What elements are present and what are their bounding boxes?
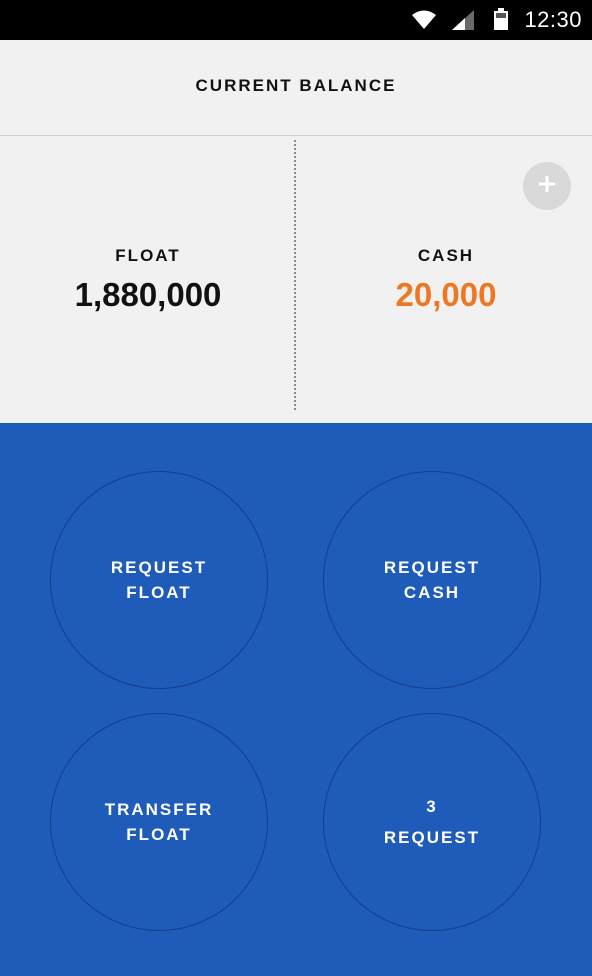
requests-label: REQUEST xyxy=(383,828,481,847)
request-float-line2: FLOAT xyxy=(126,583,192,602)
signal-icon xyxy=(452,10,474,35)
requests-count: 3 xyxy=(426,797,438,816)
cash-label: CASH xyxy=(417,246,475,265)
status-clock: 12:30 xyxy=(524,7,582,32)
add-cash-button[interactable] xyxy=(523,162,571,210)
float-balance: FLOAT 1,880,000 xyxy=(0,136,296,423)
status-bar: 12:30 xyxy=(0,0,592,40)
page-title: CURRENT BALANCE xyxy=(195,75,397,95)
header: CURRENT BALANCE xyxy=(0,40,592,136)
wifi-icon xyxy=(412,10,436,35)
transfer-float-line2: FLOAT xyxy=(126,825,192,844)
balance-panel: FLOAT 1,880,000 CASH 20,000 xyxy=(0,136,592,423)
float-label: FLOAT xyxy=(115,246,181,265)
cash-value: 20,000 xyxy=(395,276,497,313)
actions-panel: REQUEST FLOAT REQUEST CASH TRANSFER FLOA… xyxy=(0,423,592,976)
request-cash-button[interactable]: REQUEST CASH xyxy=(323,471,541,689)
transfer-float-button[interactable]: TRANSFER FLOAT xyxy=(50,713,268,931)
plus-icon xyxy=(537,174,557,199)
column-divider xyxy=(294,140,296,410)
float-value: 1,880,000 xyxy=(74,276,222,313)
request-float-button[interactable]: REQUEST FLOAT xyxy=(50,471,268,689)
request-float-line1: REQUEST xyxy=(110,558,208,577)
request-cash-line2: CASH xyxy=(403,583,461,602)
requests-button[interactable]: 3 REQUEST xyxy=(323,713,541,931)
transfer-float-line1: TRANSFER xyxy=(104,800,214,819)
battery-icon xyxy=(494,8,508,35)
request-cash-line1: REQUEST xyxy=(383,558,481,577)
